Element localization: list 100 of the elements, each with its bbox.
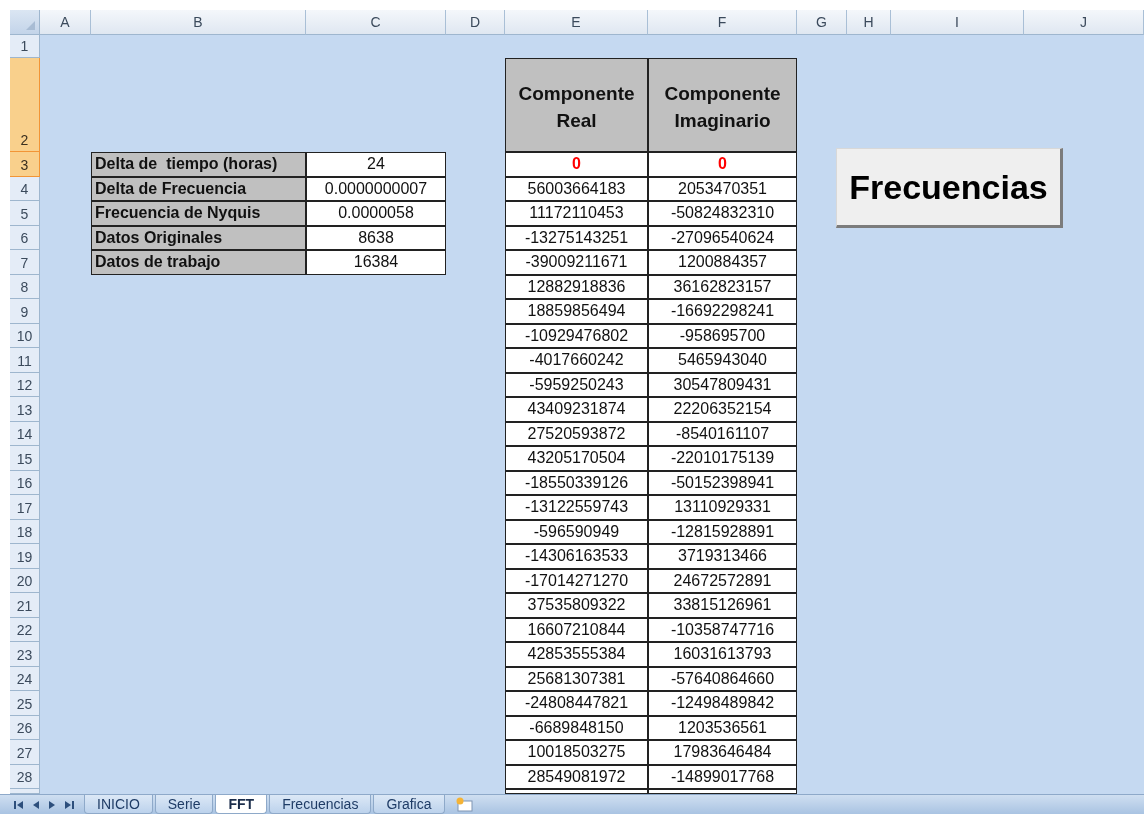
- column-header[interactable]: D: [446, 10, 505, 35]
- table-cell: 18859856494: [505, 299, 648, 324]
- table-cell: -8540161107: [648, 421, 797, 446]
- column-header[interactable]: C: [306, 10, 446, 35]
- next-sheet-icon[interactable]: [49, 799, 55, 810]
- first-sheet-icon[interactable]: [14, 799, 23, 810]
- table-cell: -14899017768: [648, 764, 797, 789]
- column-header[interactable]: E: [505, 10, 648, 35]
- table-cell: 1200884357: [648, 250, 797, 275]
- table-cell: -22010175139: [648, 446, 797, 471]
- table-cell: -18550339126: [505, 470, 648, 495]
- parameter-label: Datos Originales: [91, 225, 306, 250]
- row-header[interactable]: 11: [10, 348, 40, 373]
- sheet-tab[interactable]: FFT: [215, 795, 268, 814]
- row-header[interactable]: 1: [10, 35, 40, 58]
- table-cell: -14306163533: [505, 544, 648, 569]
- table-cell: 0: [648, 152, 797, 177]
- sheet-tab[interactable]: INICIO: [84, 795, 153, 814]
- row-header[interactable]: 19: [10, 544, 40, 569]
- column-header[interactable]: H: [847, 10, 891, 35]
- row-header[interactable]: 18: [10, 519, 40, 544]
- row-header[interactable]: 21: [10, 593, 40, 618]
- parameter-label: Datos de trabajo: [91, 250, 306, 275]
- table-cell: -12815928891: [648, 519, 797, 544]
- table-cell: 17983646484: [648, 740, 797, 765]
- row-header[interactable]: 20: [10, 568, 40, 593]
- table-cell: 27520593872: [505, 421, 648, 446]
- row-header[interactable]: 5: [10, 201, 40, 226]
- table-cell: 42853555384: [505, 642, 648, 667]
- table-cell: 13110929331: [648, 495, 797, 520]
- parameter-label: Delta de Frecuencia: [91, 176, 306, 201]
- table-header: Componente Real: [505, 58, 648, 152]
- table-cell: 12882918836: [505, 274, 648, 299]
- parameter-value: 24: [306, 152, 446, 177]
- row-header[interactable]: 28: [10, 764, 40, 789]
- row-header[interactable]: 23: [10, 642, 40, 667]
- row-header[interactable]: 25: [10, 691, 40, 716]
- table-cell: 36162823157: [648, 274, 797, 299]
- parameter-label: Delta de tiempo (horas): [91, 152, 306, 177]
- row-header[interactable]: 2: [10, 58, 40, 152]
- table-cell: 3719313466: [648, 544, 797, 569]
- column-header[interactable]: J: [1024, 10, 1144, 35]
- table-cell: -13122559743: [505, 495, 648, 520]
- table-cell: 16607210844: [505, 617, 648, 642]
- table-cell: 0: [505, 152, 648, 177]
- table-cell: -13275143251: [505, 225, 648, 250]
- table-cell: 22206352154: [648, 397, 797, 422]
- column-header[interactable]: G: [797, 10, 847, 35]
- table-cell: -958695700: [648, 323, 797, 348]
- row-header[interactable]: 27: [10, 740, 40, 765]
- frecuencias-button[interactable]: Frecuencias: [836, 148, 1063, 228]
- row-header[interactable]: 16: [10, 470, 40, 495]
- row-header[interactable]: 10: [10, 323, 40, 348]
- row-header[interactable]: 12: [10, 372, 40, 397]
- parameter-label: Frecuencia de Nyquis: [91, 201, 306, 226]
- table-cell: -6689848150: [505, 715, 648, 740]
- row-header[interactable]: 8: [10, 274, 40, 299]
- row-header[interactable]: 13: [10, 397, 40, 422]
- row-header[interactable]: 6: [10, 225, 40, 250]
- table-cell: 10018503275: [505, 740, 648, 765]
- table-header: Componente Imaginario: [648, 58, 797, 152]
- table-cell: 25681307381: [505, 666, 648, 691]
- table-cell: 37535809322: [505, 593, 648, 618]
- row-header[interactable]: 15: [10, 446, 40, 471]
- table-cell: 16031613793: [648, 642, 797, 667]
- table-cell: -4017660242: [505, 348, 648, 373]
- table-cell: -17014271270: [505, 568, 648, 593]
- parameter-value: 0.0000000007: [306, 176, 446, 201]
- last-sheet-icon[interactable]: [65, 799, 74, 810]
- row-header[interactable]: 14: [10, 421, 40, 446]
- table-cell: -24808447821: [505, 691, 648, 716]
- column-header[interactable]: A: [40, 10, 91, 35]
- row-header[interactable]: 9: [10, 299, 40, 324]
- parameter-value: 8638: [306, 225, 446, 250]
- table-cell: 24672572891: [648, 568, 797, 593]
- column-header[interactable]: F: [648, 10, 797, 35]
- previous-sheet-icon[interactable]: [33, 799, 39, 810]
- row-header[interactable]: 3: [10, 152, 40, 177]
- table-cell: 43205170504: [505, 446, 648, 471]
- table-cell: 28549081972: [505, 764, 648, 789]
- column-header[interactable]: B: [91, 10, 306, 35]
- sheet-tab[interactable]: Frecuencias: [269, 795, 372, 814]
- row-header[interactable]: 4: [10, 176, 40, 201]
- row-header[interactable]: 24: [10, 666, 40, 691]
- table-cell: 2053470351: [648, 176, 797, 201]
- row-header[interactable]: 17: [10, 495, 40, 520]
- sheet-tab[interactable]: Grafica: [373, 795, 445, 814]
- parameter-value: 0.0000058: [306, 201, 446, 226]
- row-header[interactable]: 7: [10, 250, 40, 275]
- triangle-icon: [26, 21, 35, 30]
- row-header[interactable]: 26: [10, 715, 40, 740]
- table-cell: -5959250243: [505, 372, 648, 397]
- table-cell: -27096540624: [648, 225, 797, 250]
- table-cell: -50824832310: [648, 201, 797, 226]
- table-cell: 1203536561: [648, 715, 797, 740]
- table-cell: 33815126961: [648, 593, 797, 618]
- column-header[interactable]: I: [891, 10, 1024, 35]
- table-cell: -10358747716: [648, 617, 797, 642]
- sheet-tab[interactable]: Serie: [154, 795, 214, 814]
- row-header[interactable]: 22: [10, 617, 40, 642]
